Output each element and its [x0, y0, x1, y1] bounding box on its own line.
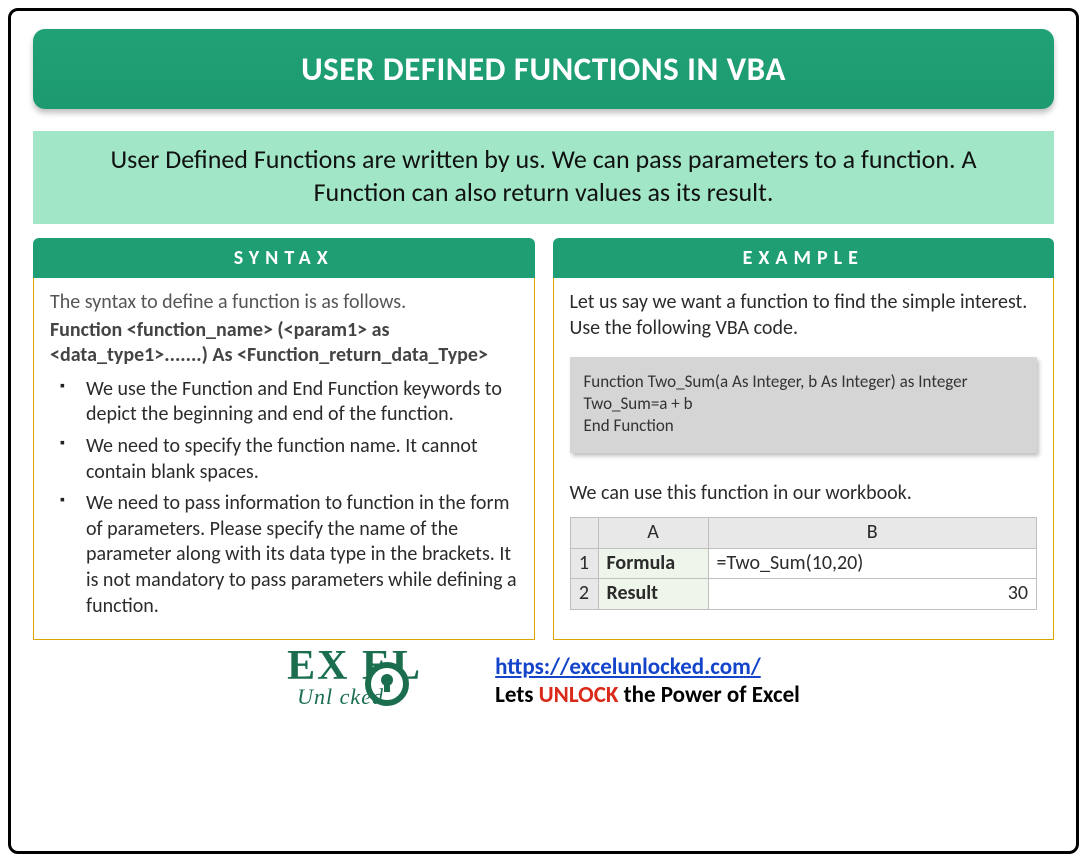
content-columns: SYNTAX The syntax to define a function i…	[33, 238, 1054, 640]
footer: EX EL Unl cked https://excelunlocked.com…	[33, 646, 1054, 716]
document-frame: USER DEFINED FUNCTIONS IN VBA User Defin…	[8, 8, 1079, 854]
syntax-header: SYNTAX	[33, 238, 535, 278]
syntax-signature: Function <function_name> (<param1> as <d…	[50, 318, 518, 369]
example-body: Let us say we want a function to find th…	[553, 278, 1055, 640]
cell-b1: =Two_Sum(10,20)	[708, 548, 1037, 579]
intro-text: User Defined Functions are written by us…	[33, 131, 1054, 224]
tagline-suffix: the Power of Excel	[618, 681, 799, 709]
syntax-column: SYNTAX The syntax to define a function i…	[33, 238, 535, 640]
footer-text: https://excelunlocked.com/ Lets UNLOCK t…	[495, 653, 800, 709]
syntax-body: The syntax to define a function is as fo…	[33, 278, 535, 640]
example-usage-text: We can use this function in our workbook…	[570, 481, 1038, 507]
row-header-2: 2	[570, 579, 598, 610]
cell-a1: Formula	[598, 548, 708, 579]
site-link[interactable]: https://excelunlocked.com/	[495, 653, 761, 681]
cell-a2: Result	[598, 579, 708, 610]
syntax-lead: The syntax to define a function is as fo…	[50, 290, 518, 316]
tagline-prefix: Lets	[495, 681, 539, 709]
vba-code-block: Function Two_Sum(a As Integer, b As Inte…	[570, 357, 1038, 453]
table-corner	[570, 518, 598, 549]
example-lead: Let us say we want a function to find th…	[570, 290, 1038, 341]
syntax-bullet: We use the Function and End Function key…	[60, 377, 518, 428]
example-header: EXAMPLE	[553, 238, 1055, 278]
example-column: EXAMPLE Let us say we want a function to…	[553, 238, 1055, 640]
col-header-b: B	[708, 518, 1037, 549]
excel-unlocked-logo: EX EL Unl cked	[287, 646, 477, 716]
row-header-1: 1	[570, 548, 598, 579]
col-header-a: A	[598, 518, 708, 549]
logo-text-bottom: Unl cked	[297, 684, 384, 710]
syntax-bullet: We need to pass information to function …	[60, 491, 518, 619]
tagline-unlock: UNLOCK	[539, 681, 619, 709]
cell-b2: 30	[708, 579, 1037, 610]
excel-table: A B 1 Formula =Two_Sum(10,20) 2 Result 3…	[570, 517, 1038, 610]
syntax-bullets: We use the Function and End Function key…	[50, 377, 518, 619]
page-title: USER DEFINED FUNCTIONS IN VBA	[33, 29, 1054, 109]
syntax-bullet: We need to specify the function name. It…	[60, 434, 518, 485]
